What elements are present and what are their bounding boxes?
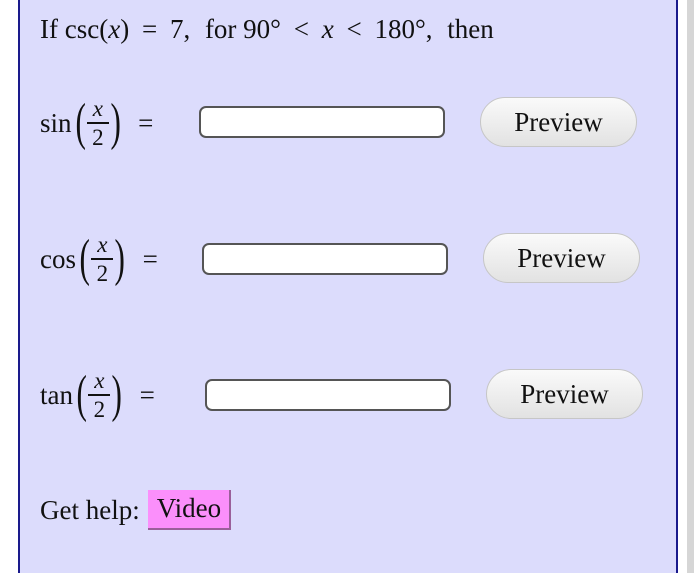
upper-bound: 180°, (374, 14, 433, 44)
sin-row: sin ( x 2 ) = (40, 88, 153, 158)
func-label: sin (40, 107, 72, 138)
fraction: x 2 (91, 232, 114, 286)
fraction: x 2 (86, 96, 109, 150)
problem-panel: If csc(x) = 7, for 90° < x < 180°, then … (18, 0, 678, 573)
numerator: x (97, 232, 108, 258)
condition-prefix: for (204, 14, 237, 44)
denominator: 2 (92, 124, 104, 150)
sin-expression: sin ( x 2 ) = (40, 97, 153, 149)
left-paren: ( (74, 94, 86, 151)
right-paren: ) (110, 94, 121, 151)
sin-preview-button[interactable]: Preview (480, 97, 637, 147)
tan-preview-button[interactable]: Preview (486, 369, 643, 419)
less-than-2: < (346, 14, 362, 44)
cos-answer-input[interactable] (202, 243, 448, 275)
get-help-label: Get help: (40, 494, 140, 525)
cos-expression: cos ( x 2 ) = (40, 233, 158, 285)
equals-sign: = (142, 243, 158, 274)
func-label: tan (40, 379, 73, 410)
suffix-text: then (447, 14, 494, 44)
fraction: x 2 (88, 368, 111, 422)
csc-value: 7, (169, 14, 191, 44)
left-paren: ( (79, 230, 90, 287)
numerator: x (92, 96, 103, 122)
get-help: Get help: Video (40, 490, 232, 530)
problem-statement: If csc(x) = 7, for 90° < x < 180°, then (40, 14, 494, 44)
cos-preview-button[interactable]: Preview (483, 233, 640, 283)
equals-sign: = (141, 14, 158, 44)
lower-bound: 90° (243, 14, 281, 44)
var-x: x (108, 14, 121, 44)
denominator: 2 (93, 396, 106, 422)
sin-answer-input[interactable] (199, 106, 445, 138)
equals-sign: = (139, 379, 155, 410)
func-label: cos (40, 243, 76, 274)
less-than: < (293, 14, 309, 44)
numerator: x (94, 368, 105, 394)
left-paren: ( (76, 366, 87, 423)
right-paren: ) (114, 230, 126, 287)
denominator: 2 (96, 260, 109, 286)
video-help-button[interactable]: Video (147, 490, 232, 530)
tan-expression: tan ( x 2 ) = (40, 369, 155, 421)
equals-sign: = (138, 107, 154, 138)
cos-row: cos ( x 2 ) = (40, 224, 158, 294)
scrollbar-track[interactable] (687, 0, 694, 573)
tan-answer-input[interactable] (205, 379, 451, 411)
tan-row: tan ( x 2 ) = (40, 360, 155, 430)
func-text: csc (64, 14, 100, 44)
right-paren: ) (111, 366, 123, 423)
prefix-text: If (40, 14, 58, 44)
var-x-2: x (321, 14, 334, 44)
